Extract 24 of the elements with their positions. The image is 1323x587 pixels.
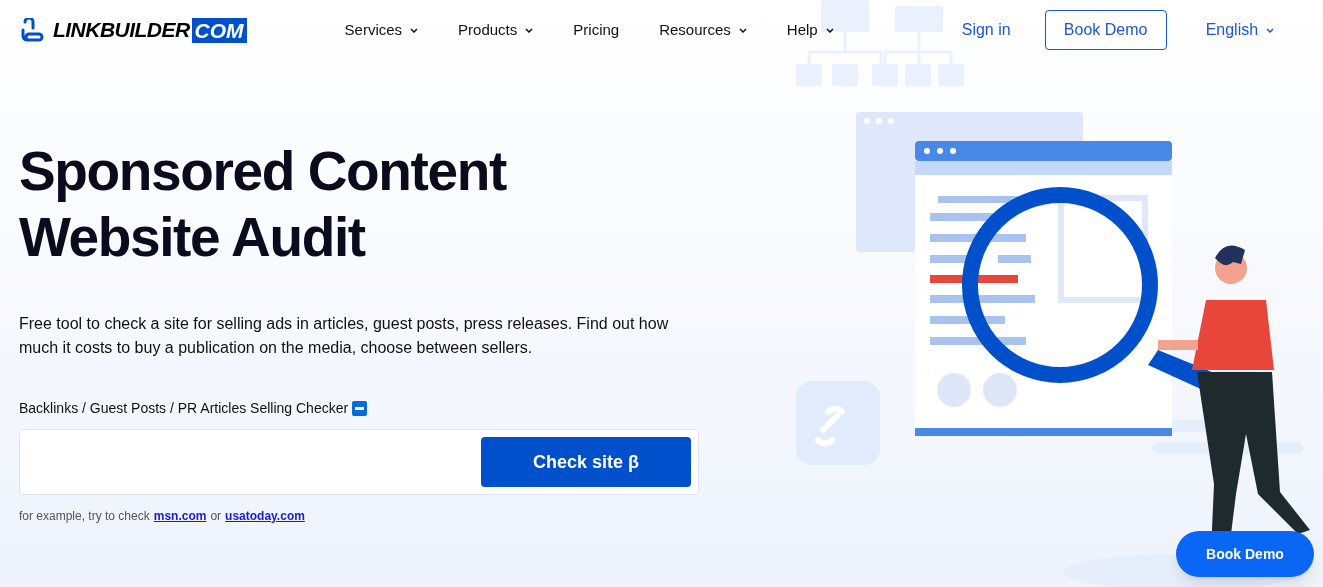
description: Free tool to check a site for selling ads in articles, guest posts, press releases. Find out how much it costs to buy a publication on the media, choose between sellers. bbox=[19, 314, 669, 358]
book-demo-button[interactable]: Book Demo bbox=[1044, 10, 1167, 50]
chain-link-icon bbox=[19, 18, 45, 42]
example-joiner: or bbox=[210, 508, 222, 525]
floating-book-demo-button[interactable]: Book Demo bbox=[1176, 531, 1314, 577]
example-link[interactable]: usatoday.com bbox=[225, 507, 305, 525]
nav-item[interactable]: Resources bbox=[659, 18, 747, 42]
checker-label: Backlinks / Guest Posts / PR Articles Selling Checker bbox=[19, 399, 349, 418]
url-field[interactable]: Check site β bbox=[19, 429, 699, 495]
logo-text: LINKBUILDER bbox=[53, 17, 190, 44]
language-selector[interactable]: English bbox=[1205, 18, 1275, 42]
example-hint: for example, try to check bbox=[19, 508, 150, 525]
nav-item[interactable]: Pricing bbox=[573, 18, 620, 42]
nav-item[interactable]: Products bbox=[458, 18, 534, 42]
page-title: Sponsored Content bbox=[19, 139, 506, 204]
logo-suffix: COM bbox=[191, 17, 247, 43]
nav-item[interactable]: Help bbox=[786, 18, 834, 42]
chevron-down-icon bbox=[1266, 27, 1275, 33]
page-title: Website Audit bbox=[19, 205, 365, 270]
free-badge-icon bbox=[352, 401, 368, 416]
nav-item[interactable]: Services bbox=[344, 18, 419, 42]
example-link[interactable]: msn.com bbox=[153, 507, 207, 525]
sign-in-link[interactable]: Sign in bbox=[961, 18, 1011, 42]
check-site-button[interactable]: Check site β bbox=[481, 437, 691, 487]
